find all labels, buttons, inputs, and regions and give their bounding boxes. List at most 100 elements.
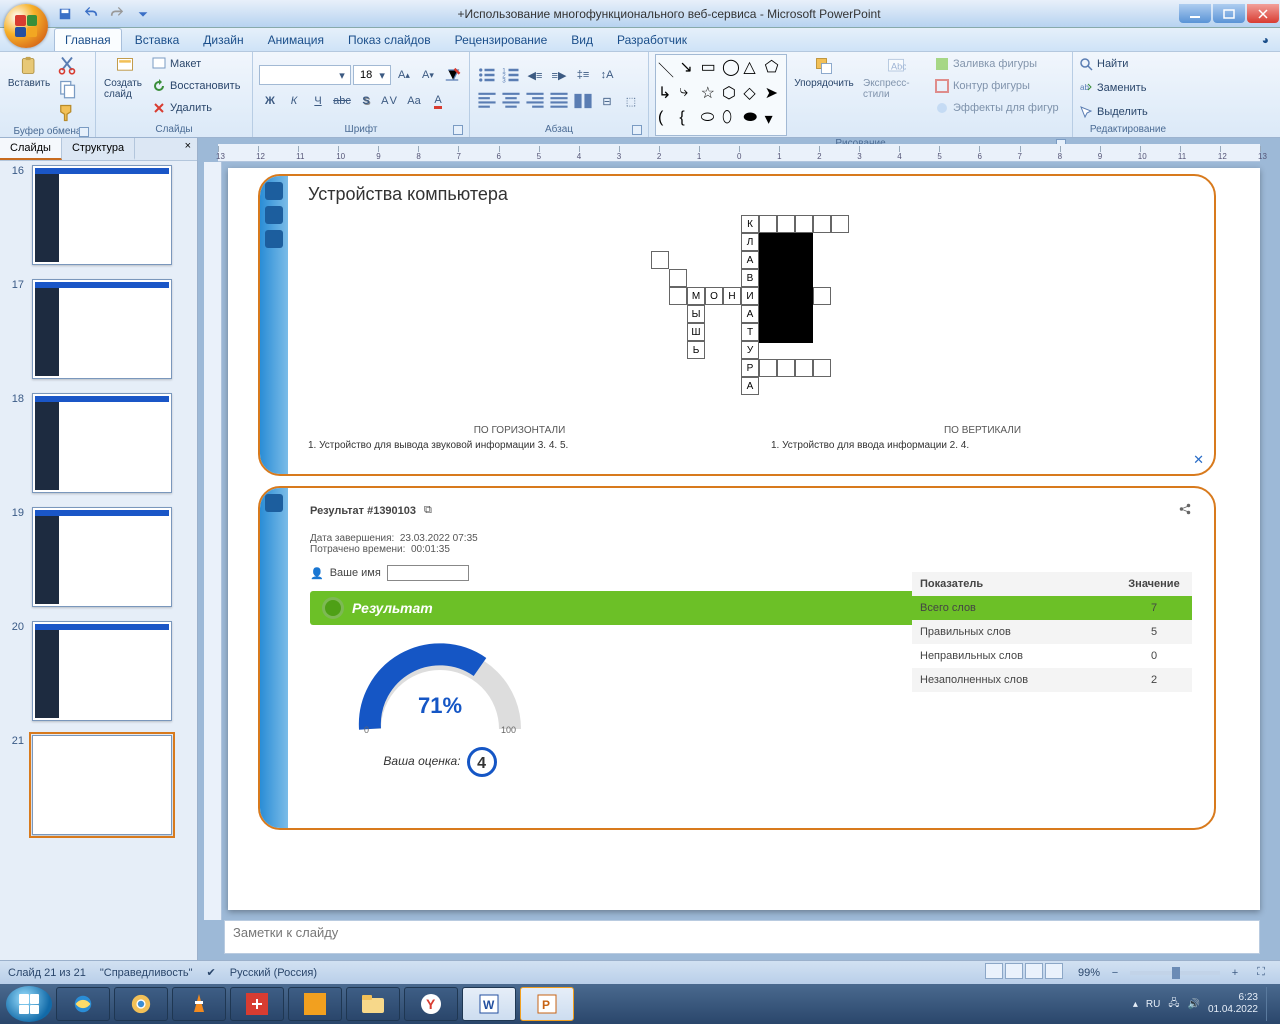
zoom-slider[interactable]: [1130, 971, 1220, 975]
office-button[interactable]: [4, 4, 48, 48]
replace-button[interactable]: abЗаменить: [1079, 78, 1146, 98]
slide-canvas[interactable]: ✕ Устройства компьютера К Л А В И А Т: [228, 168, 1260, 910]
paragraph-dialog[interactable]: [632, 125, 642, 135]
thumb-20[interactable]: [32, 621, 172, 721]
change-case[interactable]: Aa: [403, 90, 425, 112]
tray-lang[interactable]: RU: [1146, 999, 1160, 1010]
delete-button[interactable]: Удалить: [152, 98, 246, 118]
format-painter-button[interactable]: [56, 102, 78, 124]
underline-button[interactable]: Ч: [307, 90, 329, 112]
quick-customize[interactable]: [132, 4, 154, 24]
italic-button[interactable]: К: [283, 90, 305, 112]
spell-icon[interactable]: ✔: [207, 966, 216, 979]
char-spacing[interactable]: AV: [379, 90, 401, 112]
window-minimize[interactable]: [1179, 4, 1211, 23]
quick-undo[interactable]: [80, 4, 102, 24]
show-desktop[interactable]: [1266, 987, 1274, 1021]
text-direction[interactable]: ↕A: [596, 64, 618, 86]
notes-pane[interactable]: Заметки к слайду: [224, 920, 1260, 954]
quick-save[interactable]: [54, 4, 76, 24]
indent-dec[interactable]: ◀≡: [524, 64, 546, 86]
grade-value: 4: [467, 747, 497, 777]
font-color[interactable]: A: [427, 90, 449, 112]
align-justify[interactable]: [548, 90, 570, 112]
shadow-button[interactable]: S: [355, 90, 377, 112]
window-maximize[interactable]: [1213, 4, 1245, 23]
quick-styles-label: Экспресс-стили: [863, 78, 929, 100]
reset-button[interactable]: Восстановить: [152, 76, 246, 96]
thumb-17[interactable]: [32, 279, 172, 379]
indent-inc[interactable]: ≡▶: [548, 64, 570, 86]
tab-slideshow[interactable]: Показ слайдов: [337, 28, 442, 51]
font-family-select[interactable]: ▾: [259, 65, 351, 85]
line-spacing[interactable]: ‡≡: [572, 64, 594, 86]
columns-button[interactable]: [572, 90, 594, 112]
clear-format[interactable]: [441, 64, 463, 86]
align-left[interactable]: [476, 90, 498, 112]
quick-styles-button[interactable]: Abc Экспресс-стили: [861, 54, 931, 102]
tab-insert[interactable]: Вставка: [124, 28, 191, 51]
tab-developer[interactable]: Разработчик: [606, 28, 698, 51]
shrink-font[interactable]: A▾: [417, 64, 439, 86]
taskbar-app1[interactable]: [230, 987, 284, 1021]
strike-button[interactable]: abc: [331, 90, 353, 112]
taskbar-explorer[interactable]: [346, 987, 400, 1021]
tab-review[interactable]: Рецензирование: [444, 28, 559, 51]
taskbar-vlc[interactable]: [172, 987, 226, 1021]
align-text-button[interactable]: ⊟: [596, 90, 618, 112]
thumb-21[interactable]: [32, 735, 172, 835]
shape-fill-button[interactable]: Заливка фигуры: [935, 54, 1059, 74]
status-lang[interactable]: Русский (Россия): [230, 967, 317, 979]
zoom-in[interactable]: +: [1224, 962, 1246, 984]
zoom-out[interactable]: −: [1104, 962, 1126, 984]
help-button[interactable]: ◕: [1251, 28, 1280, 51]
tray-clock[interactable]: 6:23 01.04.2022: [1208, 992, 1258, 1016]
tab-view[interactable]: Вид: [560, 28, 604, 51]
tab-animation[interactable]: Анимация: [257, 28, 335, 51]
shape-outline-button[interactable]: Контур фигуры: [935, 76, 1059, 96]
tab-home[interactable]: Главная: [54, 28, 122, 51]
grow-font[interactable]: A▴: [393, 64, 415, 86]
arrange-button[interactable]: Упорядочить: [791, 54, 857, 91]
name-input[interactable]: [387, 565, 469, 581]
copy-button[interactable]: [56, 78, 78, 100]
taskbar-chrome[interactable]: [114, 987, 168, 1021]
align-center[interactable]: [500, 90, 522, 112]
align-right[interactable]: [524, 90, 546, 112]
thumb-19[interactable]: [32, 507, 172, 607]
shape-effects-button[interactable]: Эффекты для фигур: [935, 98, 1059, 118]
tray-network-icon[interactable]: 🖧: [1168, 996, 1179, 1013]
taskbar-powerpoint[interactable]: P: [520, 987, 574, 1021]
tray-expand[interactable]: ▴: [1133, 999, 1138, 1010]
new-slide-button[interactable]: Создать слайд: [102, 54, 148, 102]
view-buttons[interactable]: [984, 963, 1064, 982]
paste-button[interactable]: Вставить: [6, 54, 52, 91]
thumb-18[interactable]: [32, 393, 172, 493]
smartart-convert[interactable]: ⬚: [620, 90, 642, 112]
shapes-gallery[interactable]: ＼↘▭◯△⬠ ↳⤷☆⬡◇➤ ({⬭⬯⬬▾: [655, 54, 787, 136]
find-button[interactable]: Найти: [1079, 54, 1128, 74]
layout-button[interactable]: Макет: [152, 54, 246, 74]
tray-volume-icon[interactable]: 🔊: [1187, 999, 1199, 1010]
start-button[interactable]: [6, 986, 52, 1022]
font-dialog[interactable]: [453, 125, 463, 135]
quick-redo[interactable]: [106, 4, 128, 24]
fit-window[interactable]: ⛶: [1250, 962, 1272, 984]
font-size-select[interactable]: 18▾: [353, 65, 391, 85]
panel-tab-outline[interactable]: Структура: [62, 138, 135, 160]
panel-close[interactable]: ×: [179, 138, 197, 160]
panel-tab-slides[interactable]: Слайды: [0, 138, 62, 160]
thumb-16[interactable]: [32, 165, 172, 265]
taskbar-app2[interactable]: [288, 987, 342, 1021]
numbering-button[interactable]: 123: [500, 64, 522, 86]
taskbar-word[interactable]: W: [462, 987, 516, 1021]
cut-button[interactable]: [56, 54, 78, 76]
select-button[interactable]: Выделить: [1079, 102, 1148, 122]
window-close[interactable]: [1247, 4, 1279, 23]
tab-design[interactable]: Дизайн: [192, 28, 254, 51]
bold-button[interactable]: Ж: [259, 90, 281, 112]
bullets-button[interactable]: [476, 64, 498, 86]
clipboard-dialog[interactable]: [79, 127, 89, 137]
taskbar-ie[interactable]: [56, 987, 110, 1021]
taskbar-yandex[interactable]: Y: [404, 987, 458, 1021]
